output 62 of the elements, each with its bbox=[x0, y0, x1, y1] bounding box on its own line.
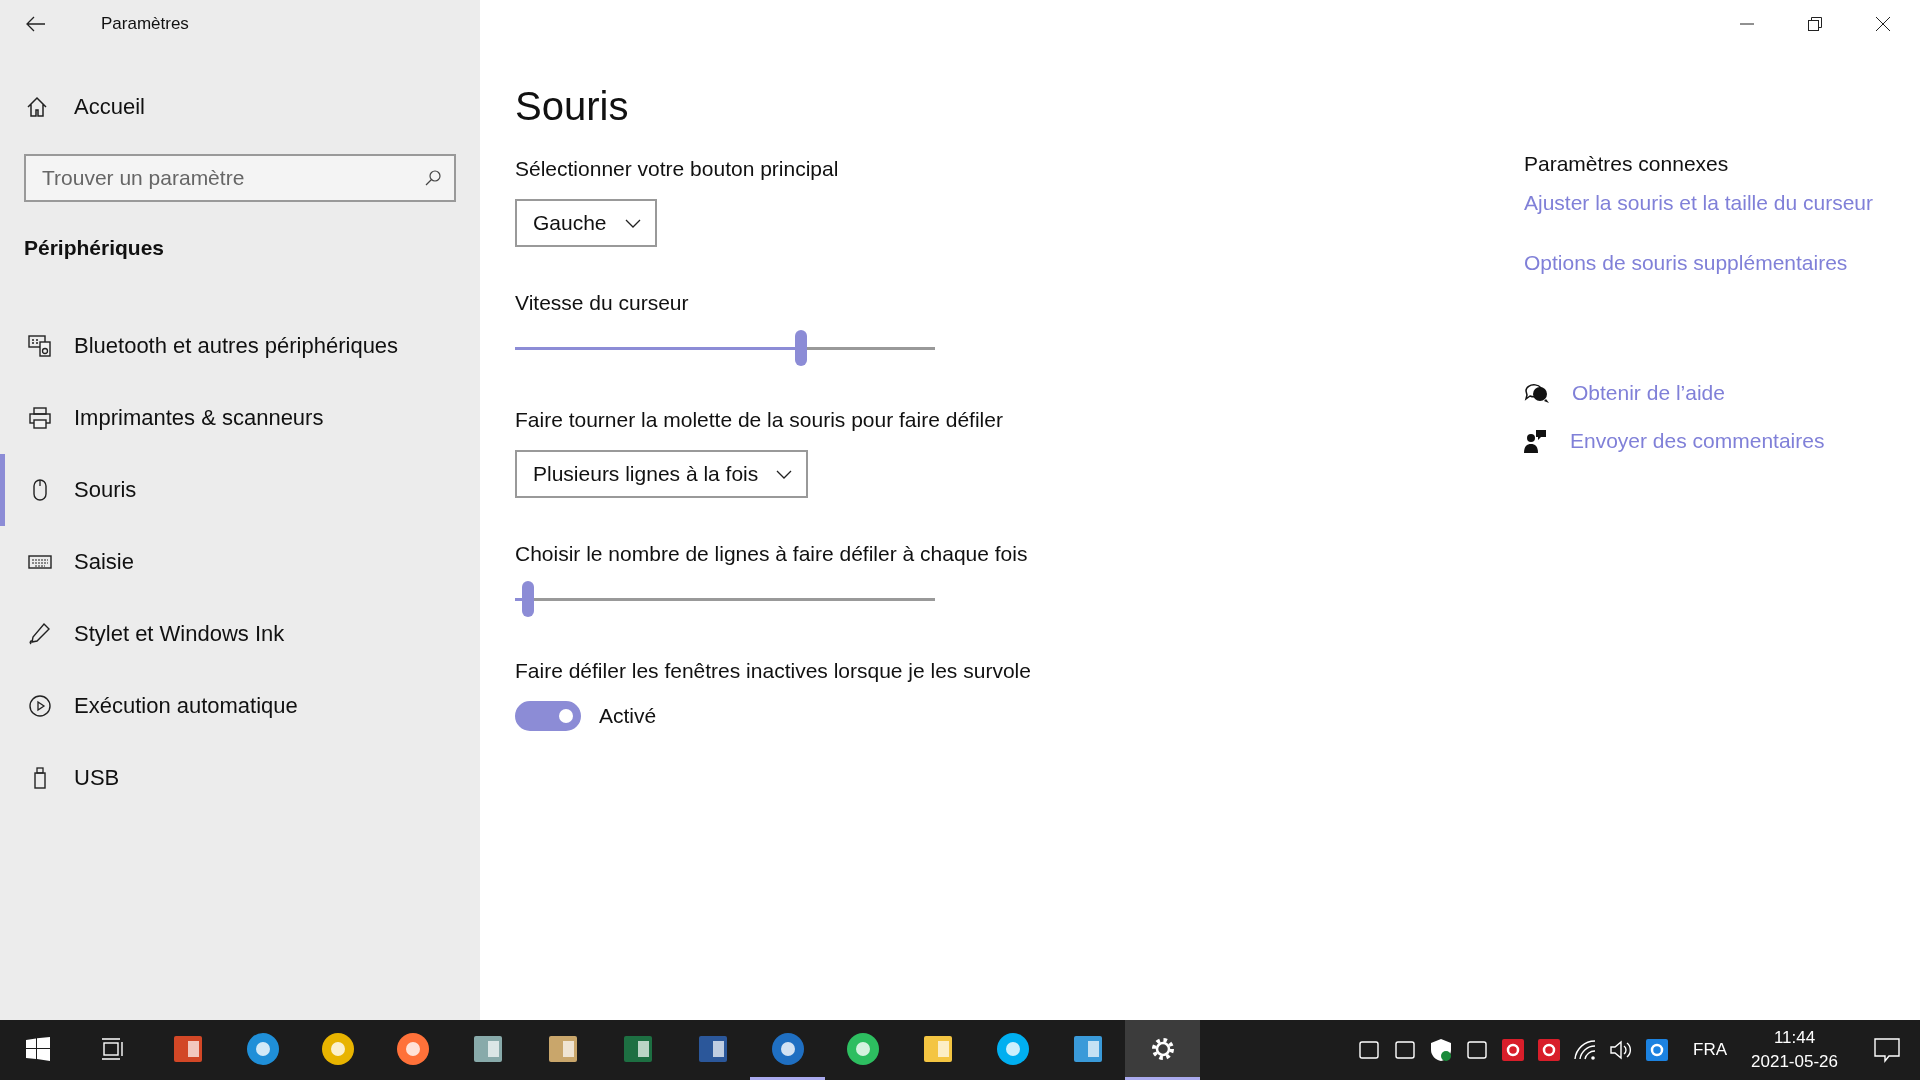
setting-label: Faire tourner la molette de la souris pour faire défiler bbox=[515, 408, 1004, 432]
tray-icon[interactable] bbox=[1393, 1038, 1418, 1062]
setting-label: Vitesse du curseur bbox=[515, 291, 690, 315]
chevron-down-icon bbox=[624, 218, 641, 228]
close-icon[interactable] bbox=[1876, 17, 1890, 31]
dropdown[interactable]: Plusieurs lignes à la fois bbox=[515, 450, 809, 498]
pen-icon bbox=[28, 622, 52, 646]
tray-icon[interactable] bbox=[1465, 1038, 1490, 1062]
home-link[interactable]: Accueil bbox=[74, 94, 145, 120]
wifi-icon[interactable] bbox=[1573, 1039, 1598, 1061]
tray-badge-icon[interactable] bbox=[1645, 1038, 1670, 1062]
printer-icon bbox=[28, 406, 52, 430]
restore-icon[interactable] bbox=[1808, 17, 1822, 31]
person-feedback-icon bbox=[1524, 429, 1548, 453]
home-icon bbox=[26, 96, 48, 118]
help-link[interactable]: Envoyer des commentaires bbox=[1570, 426, 1825, 456]
back-arrow-icon[interactable] bbox=[26, 16, 46, 32]
sidebar-item[interactable]: Stylet et Windows Ink bbox=[0, 598, 480, 670]
help-link[interactable]: Obtenir de l’aide bbox=[1572, 378, 1725, 408]
clock-time[interactable]: 11:44 bbox=[1773, 1028, 1816, 1048]
dropdown[interactable]: Gauche bbox=[515, 199, 657, 247]
setting-label: Sélectionner votre bouton principal bbox=[515, 157, 840, 181]
taskbar-app[interactable] bbox=[1125, 1020, 1200, 1080]
app-circle-icon bbox=[770, 1031, 805, 1066]
tray-icon[interactable] bbox=[1357, 1038, 1382, 1062]
app-circle-icon bbox=[245, 1031, 280, 1066]
tray-badge-icon[interactable] bbox=[1537, 1038, 1562, 1062]
app-circle-icon bbox=[320, 1031, 355, 1066]
settings-link[interactable]: Options de souris supplémentaires bbox=[1524, 248, 1874, 278]
speaker-icon[interactable] bbox=[1609, 1039, 1634, 1061]
tray-badge-icon[interactable] bbox=[1501, 1038, 1526, 1062]
slider-thumb[interactable] bbox=[794, 330, 807, 366]
play-circle-icon bbox=[28, 694, 52, 718]
setting-label: Choisir le nombre de lignes à faire défiler à chaque fois bbox=[515, 542, 1029, 566]
language-indicator[interactable]: FRA bbox=[1693, 1040, 1728, 1060]
windows-logo-icon bbox=[25, 1036, 50, 1061]
task-view-icon bbox=[99, 1037, 126, 1060]
toggle-switch[interactable] bbox=[515, 701, 581, 731]
sidebar-item[interactable]: USB bbox=[0, 742, 480, 814]
clock-date[interactable]: 2021-05-26 bbox=[1751, 1052, 1838, 1072]
app-circle-icon bbox=[395, 1031, 430, 1066]
slider-thumb[interactable] bbox=[521, 581, 534, 617]
sidebar-item[interactable]: Imprimantes & scanneurs bbox=[0, 382, 480, 454]
window-title: Paramètres bbox=[101, 14, 189, 34]
section-heading: Périphériques bbox=[23, 235, 166, 260]
toggle-state: Activé bbox=[599, 704, 657, 728]
settings-link[interactable]: Ajuster la souris et la taille du curseur bbox=[1524, 188, 1874, 218]
setting-label: Faire défiler les fenêtres inactives lorsque je les survole bbox=[515, 659, 1032, 683]
help-chat-icon bbox=[1524, 381, 1550, 405]
search-icon bbox=[424, 169, 442, 187]
related-heading: Paramètres connexes bbox=[1524, 152, 1730, 176]
sidebar-item[interactable]: Exécution automatique bbox=[0, 670, 480, 742]
notification-icon[interactable] bbox=[1874, 1037, 1900, 1063]
search-field[interactable]: Trouver un paramètre bbox=[24, 154, 456, 202]
shield-icon[interactable] bbox=[1429, 1038, 1454, 1062]
sidebar-item[interactable]: Bluetooth et autres périphériques bbox=[0, 310, 480, 382]
app-circle-icon bbox=[995, 1031, 1030, 1066]
page-title: Souris bbox=[515, 84, 630, 129]
app-circle-icon bbox=[845, 1031, 880, 1066]
keyboard-speaker-icon bbox=[28, 334, 52, 358]
chevron-down-icon bbox=[776, 469, 793, 479]
sidebar-item[interactable]: Saisie bbox=[0, 526, 480, 598]
